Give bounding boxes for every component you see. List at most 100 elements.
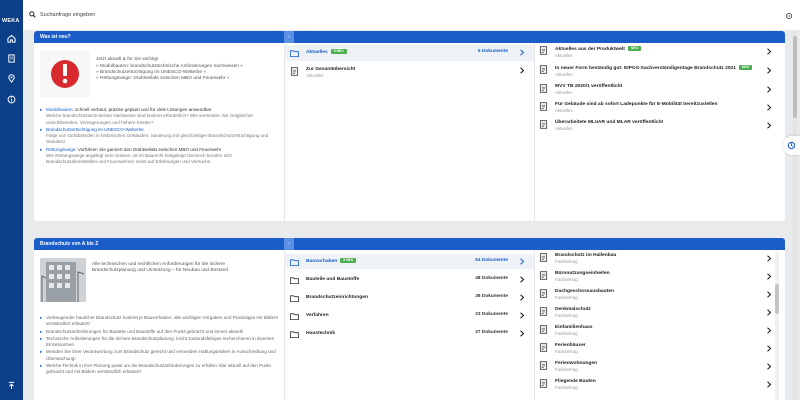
category-haustechnik[interactable]: Haustechnik 27 Dokumente — [290, 330, 528, 339]
category-einrichtungen[interactable]: Brandschutzeinrichtungen 38 Dokumente — [290, 294, 528, 303]
az-list-scroll-thumb[interactable] — [775, 284, 779, 314]
article-row[interactable]: Denkmalschutz Fachbeitrag — [539, 307, 775, 319]
document-icon — [539, 253, 548, 262]
list-item-desc: Welche brandschutztechnischen Nachweise … — [46, 113, 253, 125]
article-category: Fachbeitrag — [555, 367, 578, 372]
building-image — [40, 258, 86, 302]
chevron-right-icon — [767, 309, 772, 316]
article-row[interactable]: Für Gebäude sind ab sofort Ladepunkte fü… — [539, 102, 775, 114]
article-category: Fachbeitrag — [555, 259, 578, 264]
folder-icon — [290, 50, 299, 58]
category-label: Verfahren — [306, 313, 329, 318]
chevron-right-icon — [767, 104, 772, 111]
article-row[interactable]: Dachgeschossausbauten Fachbeitrag — [539, 289, 775, 301]
folder-icon — [290, 259, 299, 267]
page-scroll-thumb[interactable] — [793, 36, 797, 118]
list-item: Technische Anforderungen für die sichere… — [40, 336, 280, 349]
new-badge: NEU — [739, 65, 753, 70]
article-category: Fachbeitrag — [555, 331, 578, 336]
chevron-right-icon — [520, 67, 525, 74]
category-bauvorhaben[interactable]: Bauvorhaben 5 NEU 54 Dokumente — [290, 258, 528, 267]
az-card-header: Brandschutz von A bis Z ‹ — [34, 238, 785, 250]
article-category: Fachbeitrag — [555, 349, 578, 354]
document-icon — [539, 343, 548, 352]
home-icon[interactable] — [6, 33, 17, 44]
chevron-right-icon — [767, 327, 772, 334]
news-card-tab[interactable]: ‹ — [284, 31, 294, 43]
search-bar[interactable]: Suchanfrage eingeben — [29, 11, 95, 18]
document-icon — [539, 325, 548, 334]
scroll-top-icon[interactable] — [6, 380, 17, 391]
article-row[interactable]: Einfamilienhaus Fachbeitrag — [539, 325, 775, 337]
new-badge: 5 NEU — [340, 258, 357, 263]
document-icon — [539, 361, 548, 370]
document-count: 5 Dokumente — [477, 49, 508, 54]
document-icon — [539, 84, 548, 93]
news-link-unesco[interactable]: Brandschutzertüchtigung im UNESCO-Welter… — [46, 127, 144, 132]
folder-icon — [290, 313, 299, 321]
article-category: Aktuelles — [555, 53, 573, 58]
document-icon — [539, 271, 548, 280]
chevron-right-icon — [767, 273, 772, 280]
article-row[interactable]: Ferienhäuser Fachbeitrag — [539, 343, 775, 355]
document-icon — [539, 120, 548, 129]
article-category: Aktuelles — [555, 72, 573, 77]
overview-sub: Aktuelles — [306, 73, 324, 78]
news-teaser-lead: Jetzt aktuell & für Sie wichtig! — [96, 57, 159, 62]
category-label: Haustechnik — [306, 331, 336, 336]
category-verfahren[interactable]: Verfahren 23 Dokumente — [290, 312, 528, 321]
info-icon[interactable] — [6, 94, 17, 105]
list-item-desc: Wie Rettungswege angelegt sein müssen, i… — [46, 153, 232, 165]
document-icon — [539, 289, 548, 298]
category-label: Bauteile und Baustoffe — [306, 277, 360, 282]
article-row[interactable]: In neuer Form beständig gut: EIPOS-Sachv… — [539, 65, 775, 78]
document-icon — [539, 379, 548, 388]
article-row[interactable]: Ferienwohnungen Fachbeitrag — [539, 361, 775, 373]
category-aktuelles[interactable]: Aktuelles 5 NEU 5 Dokumente — [290, 49, 528, 58]
article-row[interactable]: Büronutzungseinheiten Fachbeitrag — [539, 271, 775, 283]
az-card-title: Brandschutz von A bis Z — [40, 241, 99, 247]
document-icon — [539, 307, 548, 316]
document-icon — [539, 65, 548, 74]
article-title: Aktuelles aus der Produktwelt — [555, 47, 625, 52]
article-title: In neuer Form beständig gut: EIPOS-Sachv… — [555, 66, 736, 71]
overview-link[interactable]: Zur Gesamtübersicht Aktuelles — [290, 67, 528, 79]
list-item: Wenden Sie Ihrer Verantwortung zum Brand… — [40, 349, 280, 362]
list-item: Welche Technik in Ihre Planung passt um … — [40, 363, 280, 376]
chevron-right-icon — [767, 67, 772, 74]
category-bauteile[interactable]: Bauteile und Baustoffe 48 Dokumente — [290, 276, 528, 285]
chevron-right-icon — [767, 48, 772, 55]
news-card-title: Was ist neu? — [40, 34, 71, 40]
news-teaser: Jetzt aktuell & für Sie wichtig! » Modul… — [96, 57, 281, 82]
settings-icon[interactable] — [785, 12, 793, 20]
article-row[interactable]: Aktuelles aus der Produktwelt NEU Aktuelle… — [539, 46, 775, 59]
document-icon — [539, 102, 548, 111]
chevron-right-icon — [520, 312, 525, 319]
document-icon[interactable] — [6, 53, 17, 64]
az-list-scrollbar[interactable] — [775, 252, 779, 400]
az-teaser-line: Brandschutzplanung und Umsetzung – für N… — [92, 268, 229, 273]
az-card-tab[interactable]: ‹ — [284, 238, 294, 250]
list-item: Modulbauten: schnell verbaut, präzise ge… — [40, 107, 280, 126]
app-logo[interactable]: WEKA — [2, 18, 22, 24]
map-pin-icon[interactable] — [6, 73, 17, 84]
refresh-icon — [787, 141, 796, 150]
side-panel-button[interactable] — [783, 136, 800, 155]
chevron-right-icon — [520, 258, 525, 265]
list-item: Rettungswege: Vorführen Sie garniert den… — [40, 147, 280, 166]
folder-icon — [290, 277, 299, 285]
news-link-modulbauten[interactable]: Modulbauten — [46, 107, 73, 112]
article-row[interactable]: Überarbeitete MLüAR und MLAR veröffentli… — [539, 120, 775, 132]
list-item: Brandschutzanforderungen für Bauteile un… — [40, 329, 280, 336]
document-icon — [539, 46, 548, 55]
chevron-right-icon — [767, 255, 772, 262]
az-card: Brandschutz von A bis Z ‹ Alle technisch… — [34, 238, 785, 400]
list-item: Vorbeugender baulicher Brandschutz konkr… — [40, 315, 280, 328]
chevron-right-icon — [520, 276, 525, 283]
article-row[interactable]: Brandschutz im Hallenbau Fachbeitrag — [539, 253, 775, 265]
search-input[interactable]: Suchanfrage eingeben — [40, 12, 95, 18]
news-link-rettungswege[interactable]: Rettungswege — [46, 147, 75, 152]
chevron-right-icon — [767, 381, 772, 388]
article-row[interactable]: Fliegende Bauten Fachbeitrag — [539, 379, 775, 391]
article-row[interactable]: MVV TB 2020/1 veröffentlicht Aktuelles — [539, 84, 775, 96]
